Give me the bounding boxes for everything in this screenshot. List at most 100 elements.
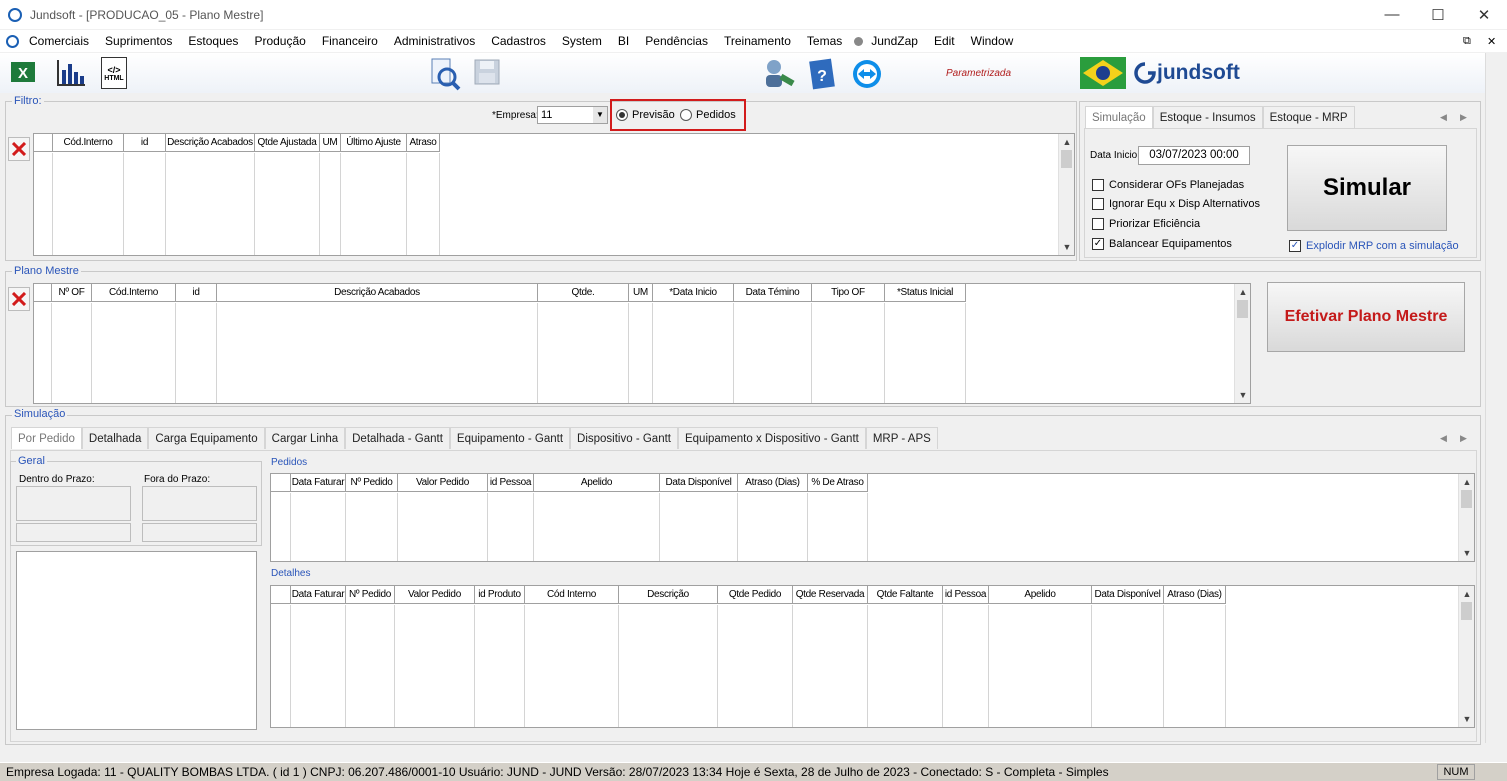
col-id[interactable]: id (124, 134, 166, 152)
menu-estoques[interactable]: Estoques (180, 30, 246, 52)
col-valor-pedido[interactable]: Valor Pedido (398, 474, 488, 492)
menu-edit[interactable]: Edit (926, 30, 963, 52)
data-inicio-input[interactable]: 03/07/2023 00:00 (1138, 146, 1250, 165)
col-tipo-of[interactable]: Tipo OF (812, 284, 885, 302)
efetivar-plano-button[interactable]: Efetivar Plano Mestre (1267, 282, 1465, 352)
check-ignorar-equ[interactable]: Ignorar Equ x Disp Alternativos (1092, 194, 1260, 213)
col-um[interactable]: UM (629, 284, 653, 302)
tab-carga-equipamento[interactable]: Carga Equipamento (148, 427, 265, 449)
filtro-scrollbar[interactable]: ▲ ▼ (1058, 134, 1074, 255)
help-book-icon[interactable]: ? (805, 57, 839, 91)
check-considerar-ofs[interactable]: Considerar OFs Planejadas (1092, 175, 1244, 194)
user-access-icon[interactable] (760, 57, 796, 91)
chevron-down-icon[interactable]: ▼ (593, 107, 607, 123)
detalhes-scrollbar[interactable]: ▲ ▼ (1458, 586, 1474, 727)
menu-temas[interactable]: Temas (799, 30, 850, 52)
col-n-of[interactable]: Nº OF (52, 284, 92, 302)
filtro-grid[interactable]: Cód.Interno id Descrição Acabados Qtde A… (33, 133, 1075, 256)
col-id[interactable]: id (176, 284, 217, 302)
col-ultimo-ajuste[interactable]: Último Ajuste (341, 134, 407, 152)
col-id-pessoa[interactable]: id Pessoa (943, 586, 989, 604)
col-n-pedido[interactable]: Nº Pedido (346, 586, 395, 604)
tab-scroll-right-icon[interactable]: ▶ (1460, 433, 1467, 444)
brazil-flag-icon[interactable] (1080, 57, 1126, 89)
check-balancear-equipamentos[interactable]: ✓ Balancear Equipamentos (1092, 234, 1232, 253)
col-um[interactable]: UM (320, 134, 341, 152)
tab-dispositivo-gantt[interactable]: Dispositivo - Gantt (570, 427, 678, 449)
col-atraso[interactable]: Atraso (407, 134, 440, 152)
plano-scrollbar[interactable]: ▲ ▼ (1234, 284, 1250, 403)
col-qtde-pedido[interactable]: Qtde Pedido (718, 586, 793, 604)
menu-administrativos[interactable]: Administrativos (386, 30, 483, 52)
menu-suprimentos[interactable]: Suprimentos (97, 30, 180, 52)
col-atraso-dias[interactable]: Atraso (Dias) (1164, 586, 1226, 604)
tab-por-pedido[interactable]: Por Pedido (11, 427, 82, 449)
minimize-button[interactable]: — (1369, 0, 1415, 29)
col-pct-atraso[interactable]: % De Atraso (808, 474, 868, 492)
col-qtde-reservada[interactable]: Qtde Reservada (793, 586, 868, 604)
remote-support-icon[interactable] (852, 59, 882, 89)
col-status-inicial[interactable]: *Status Inicial (885, 284, 966, 302)
tab-cargar-linha[interactable]: Cargar Linha (264, 427, 346, 449)
tab-equipamento-gantt[interactable]: Equipamento - Gantt (449, 427, 571, 449)
chart-icon[interactable] (55, 58, 87, 88)
search-document-icon[interactable] (428, 57, 462, 91)
col-apelido[interactable]: Apelido (989, 586, 1092, 604)
col-qtde-ajustada[interactable]: Qtde Ajustada (255, 134, 320, 152)
col-data-disponivel[interactable]: Data Disponível (660, 474, 738, 492)
excel-export-icon[interactable]: X (9, 58, 37, 86)
menu-window[interactable]: Window (963, 30, 1022, 52)
col-qtde[interactable]: Qtde. (538, 284, 629, 302)
menu-system[interactable]: System (554, 30, 610, 52)
col-descricao-acabados[interactable]: Descrição Acabados (166, 134, 255, 152)
tab-equipamento-dispositivo-gantt[interactable]: Equipamento x Dispositivo - Gantt (677, 427, 866, 449)
col-atraso-dias[interactable]: Atraso (Dias) (738, 474, 808, 492)
pedidos-grid[interactable]: Data Faturar Nº Pedido Valor Pedido id P… (270, 473, 1475, 562)
menu-producao[interactable]: Produção (246, 30, 313, 52)
check-explodir-mrp[interactable]: ✓ Explodir MRP com a simulação (1289, 236, 1459, 255)
menu-financeiro[interactable]: Financeiro (314, 30, 386, 52)
col-descricao-acabados[interactable]: Descrição Acabados (217, 284, 538, 302)
empresa-select[interactable]: 11 ▼ (537, 106, 608, 124)
tab-detalhada-gantt[interactable]: Detalhada - Gantt (345, 427, 450, 449)
col-data-faturar[interactable]: Data Faturar (291, 586, 346, 604)
tab-estoque-insumos[interactable]: Estoque - Insumos (1152, 106, 1263, 128)
menu-comerciais[interactable]: Comerciais (21, 30, 97, 52)
delete-filtro-button[interactable] (8, 137, 30, 161)
simular-button[interactable]: Simular (1287, 145, 1447, 231)
main-vertical-scrollbar[interactable] (1485, 53, 1507, 743)
menu-pendencias[interactable]: Pendências (637, 30, 716, 52)
col-data-termino[interactable]: Data Témino (734, 284, 812, 302)
delete-plano-button[interactable] (8, 287, 30, 311)
col-cod-interno[interactable]: Cód.Interno (53, 134, 124, 152)
menu-jundzap[interactable]: JundZap (863, 30, 926, 52)
col-cod-interno[interactable]: Cód Interno (525, 586, 619, 604)
col-n-pedido[interactable]: Nº Pedido (346, 474, 398, 492)
tab-mrp-aps[interactable]: MRP - APS (865, 427, 938, 449)
tab-detalhada[interactable]: Detalhada (81, 427, 149, 449)
maximize-button[interactable]: ☐ (1415, 0, 1461, 29)
menu-bi[interactable]: BI (610, 30, 637, 52)
col-id-produto[interactable]: id Produto (475, 586, 525, 604)
pedidos-scrollbar[interactable]: ▲ ▼ (1458, 474, 1474, 561)
col-cod-interno[interactable]: Cód.Interno (92, 284, 176, 302)
menu-treinamento[interactable]: Treinamento (716, 30, 799, 52)
detalhes-grid[interactable]: Data Faturar Nº Pedido Valor Pedido id P… (270, 585, 1475, 728)
check-priorizar-eficiencia[interactable]: Priorizar Eficiência (1092, 214, 1200, 233)
tab-scroll-left-icon[interactable]: ◀ (1440, 112, 1447, 123)
menu-cadastros[interactable]: Cadastros (483, 30, 554, 52)
tab-estoque-mrp[interactable]: Estoque - MRP (1262, 106, 1355, 128)
radio-previsao[interactable]: Previsão (616, 109, 675, 121)
col-descricao[interactable]: Descrição (619, 586, 718, 604)
tab-scroll-left-icon[interactable]: ◀ (1440, 433, 1447, 444)
col-valor-pedido[interactable]: Valor Pedido (395, 586, 475, 604)
app-menu-icon[interactable] (6, 34, 19, 48)
col-data-faturar[interactable]: Data Faturar (291, 474, 346, 492)
tab-simulacao[interactable]: Simulação (1085, 106, 1153, 128)
col-qtde-faltante[interactable]: Qtde Faltante (868, 586, 943, 604)
mdi-restore-icon[interactable]: ⧉ (1463, 35, 1471, 48)
col-data-inicio[interactable]: *Data Inicio (653, 284, 734, 302)
close-button[interactable]: ✕ (1461, 0, 1507, 29)
radio-pedidos[interactable]: Pedidos (680, 109, 736, 121)
plano-grid[interactable]: Nº OF Cód.Interno id Descrição Acabados … (33, 283, 1251, 404)
